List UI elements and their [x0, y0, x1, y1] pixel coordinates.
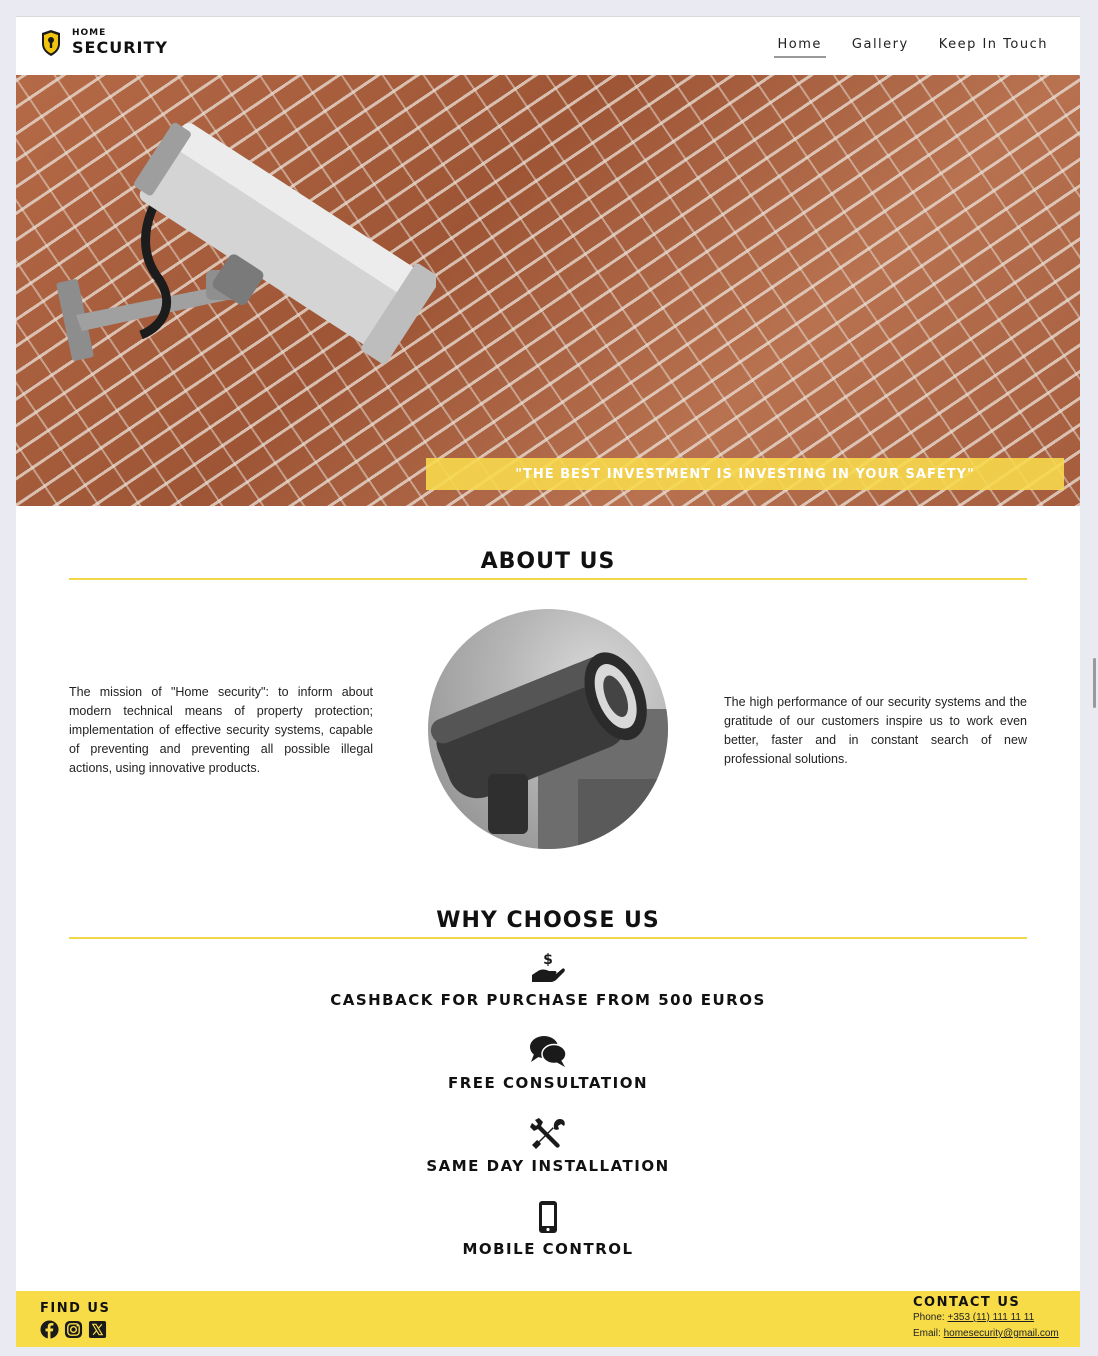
- contact-phone-line: Phone: +353 (11) 111 11 11: [913, 1310, 1059, 1326]
- about-performance-text: The high performance of our security sys…: [724, 695, 1027, 766]
- email-link[interactable]: homesecurity@gmail.com: [944, 1328, 1059, 1339]
- feature-cashback: $ CASHBACK FOR PURCHASE FROM 500 EUROS: [16, 951, 1080, 1009]
- hero-image: "THE BEST INVESTMENT IS INVESTING IN YOU…: [16, 75, 1080, 506]
- feature-installation: SAME DAY INSTALLATION: [16, 1117, 1080, 1175]
- logo-big-text: SECURITY: [72, 38, 168, 57]
- hand-dollar-icon: $: [532, 952, 565, 982]
- instagram-icon[interactable]: [64, 1320, 83, 1339]
- find-us-block: FIND US: [40, 1301, 112, 1339]
- feature-mobile-label: MOBILE CONTROL: [462, 1240, 634, 1258]
- phone-link[interactable]: +353 (11) 111 11 11: [947, 1312, 1034, 1323]
- about-mission-text: The mission of "Home security": to infor…: [69, 685, 373, 775]
- facebook-icon[interactable]: [40, 1320, 59, 1339]
- contact-block: CONTACT US Phone: +353 (11) 111 11 11 Em…: [913, 1295, 1059, 1342]
- security-camera-image: [56, 122, 436, 365]
- nav-home[interactable]: Home: [773, 37, 826, 58]
- svg-text:$: $: [543, 952, 553, 968]
- page: HOME SECURITY Home Gallery Keep In Touch: [16, 16, 1080, 1347]
- find-us-title: FIND US: [40, 1301, 111, 1316]
- tools-icon: [530, 1118, 565, 1149]
- about-camera-photo: [428, 609, 668, 849]
- site-header: HOME SECURITY Home Gallery Keep In Touch: [16, 17, 1080, 75]
- feature-installation-label: SAME DAY INSTALLATION: [426, 1157, 670, 1175]
- nav-keep-in-touch[interactable]: Keep In Touch: [935, 37, 1052, 58]
- why-title: WHY CHOOSE US: [69, 908, 1027, 939]
- contact-email-line: Email: homesecurity@gmail.com: [913, 1326, 1059, 1342]
- mobile-phone-icon: [539, 1201, 557, 1233]
- nav-gallery[interactable]: Gallery: [848, 37, 913, 58]
- contact-title: CONTACT US: [913, 1295, 1021, 1310]
- logo-small-text: HOME: [72, 28, 107, 38]
- hero-banner: "THE BEST INVESTMENT IS INVESTING IN YOU…: [426, 458, 1064, 490]
- main-nav: Home Gallery Keep In Touch: [752, 37, 1052, 58]
- x-icon[interactable]: [88, 1320, 107, 1339]
- about-title: ABOUT US: [69, 549, 1027, 580]
- site-footer: FIND US CONTACT US Phone: +353 (11) 111 …: [16, 1291, 1080, 1347]
- email-label: Email:: [913, 1328, 941, 1339]
- chat-bubbles-icon: [530, 1036, 567, 1067]
- shield-keyhole-icon: [42, 29, 60, 56]
- logo[interactable]: HOME SECURITY: [40, 29, 168, 56]
- phone-label: Phone:: [913, 1312, 945, 1323]
- feature-consultation: FREE CONSULTATION: [16, 1034, 1080, 1092]
- feature-mobile: MOBILE CONTROL: [16, 1200, 1080, 1258]
- feature-cashback-label: CASHBACK FOR PURCHASE FROM 500 EUROS: [330, 991, 766, 1009]
- camera-closeup-image: [430, 652, 668, 849]
- scrollbar-thumb[interactable]: [1093, 658, 1096, 708]
- feature-consultation-label: FREE CONSULTATION: [447, 1074, 648, 1092]
- social-links: [40, 1320, 112, 1339]
